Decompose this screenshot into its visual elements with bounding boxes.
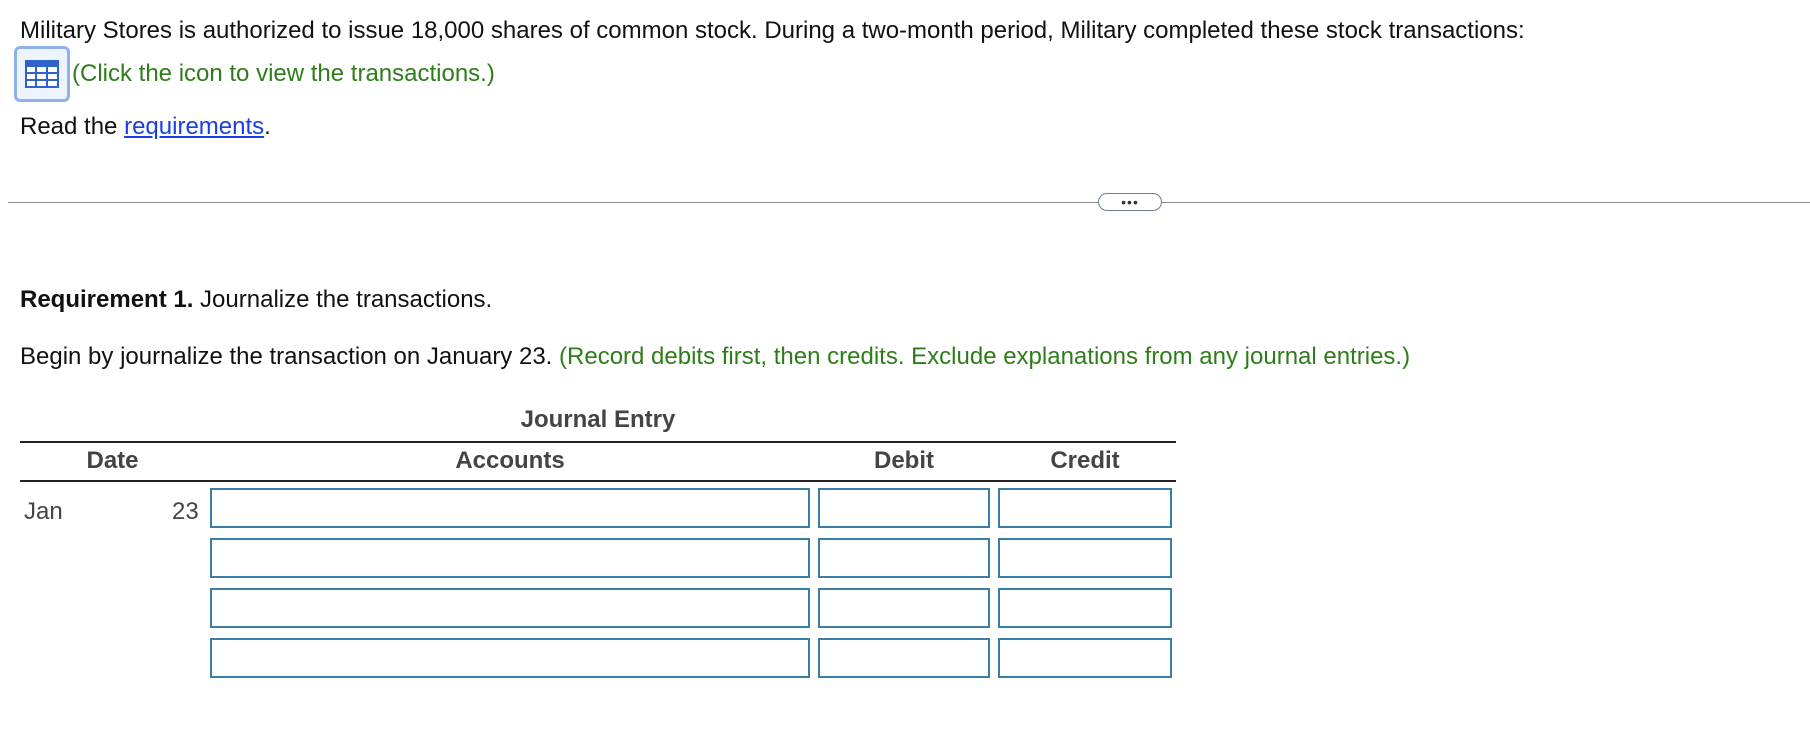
account-input[interactable] bbox=[210, 638, 810, 678]
credit-column-header: Credit bbox=[1050, 447, 1120, 474]
credit-input[interactable] bbox=[998, 588, 1172, 628]
date-month: Jan bbox=[24, 498, 63, 525]
requirement-heading: Requirement 1. Journalize the transactio… bbox=[20, 286, 492, 314]
page: Military Stores is authorized to issue 1… bbox=[0, 0, 1810, 734]
table-icon[interactable] bbox=[14, 46, 70, 102]
problem-statement: Military Stores is authorized to issue 1… bbox=[20, 17, 1525, 44]
journal-entry-title: Journal Entry bbox=[520, 406, 676, 433]
requirements-link[interactable]: requirements bbox=[124, 113, 264, 140]
requirement-label: Requirement 1. bbox=[20, 286, 194, 313]
account-input[interactable] bbox=[210, 488, 810, 528]
transactions-hint-row: (Click the icon to view the transactions… bbox=[14, 46, 495, 102]
click-icon-hint: (Click the icon to view the transactions… bbox=[72, 60, 495, 87]
debit-input[interactable] bbox=[818, 638, 990, 678]
account-input[interactable] bbox=[210, 588, 810, 628]
read-suffix: . bbox=[264, 113, 271, 140]
instruction-row: Begin by journalize the transaction on J… bbox=[20, 343, 1410, 371]
account-input[interactable] bbox=[210, 538, 810, 578]
requirement-text: Journalize the transactions. bbox=[193, 286, 493, 313]
section-divider bbox=[8, 202, 1810, 203]
date-day: 23 bbox=[172, 498, 199, 525]
journal-header-rule bbox=[20, 480, 1176, 482]
read-prefix: Read the bbox=[20, 113, 125, 140]
expand-more-button[interactable]: ••• bbox=[1098, 193, 1162, 211]
debit-input[interactable] bbox=[818, 588, 990, 628]
debit-input[interactable] bbox=[818, 538, 990, 578]
read-requirements-row: Read the requirements. bbox=[20, 113, 271, 141]
credit-input[interactable] bbox=[998, 638, 1172, 678]
accounts-column-header: Accounts bbox=[455, 447, 565, 474]
debit-column-header: Debit bbox=[874, 447, 934, 474]
instruction-text: Begin by journalize the transaction on J… bbox=[20, 343, 560, 370]
credit-input[interactable] bbox=[998, 538, 1172, 578]
date-column-header: Date bbox=[86, 447, 139, 474]
credit-input[interactable] bbox=[998, 488, 1172, 528]
debit-input[interactable] bbox=[818, 488, 990, 528]
instruction-hint: (Record debits first, then credits. Excl… bbox=[559, 343, 1411, 370]
journal-top-rule bbox=[20, 441, 1176, 443]
table-icon-graphic bbox=[25, 60, 59, 88]
